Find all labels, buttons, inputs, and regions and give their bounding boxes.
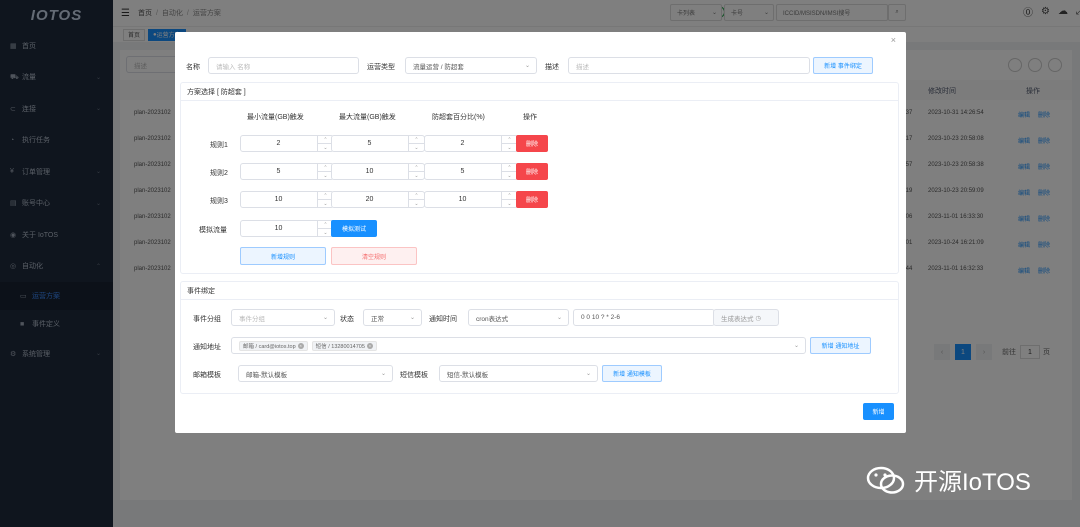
group-label: 事件分组	[193, 316, 221, 323]
rule-value: 20	[365, 196, 374, 203]
status-select[interactable]: 正常 ⌄	[363, 309, 422, 326]
new-event-binding-button[interactable]: 新增 事件绑定	[813, 57, 873, 74]
delete-rule-button[interactable]: 删除	[516, 163, 548, 180]
delete-rule-button[interactable]: 删除	[516, 191, 548, 208]
rule-pct-input[interactable]: 5 ⌃ ⌄	[424, 163, 518, 180]
rule-min-input[interactable]: 5 ⌃ ⌄	[240, 163, 334, 180]
address-chip: 短信 / 13280014705 ×	[311, 340, 377, 351]
clear-rules-button[interactable]: 清空规则	[331, 247, 417, 265]
address-label: 通知地址	[193, 344, 221, 351]
rule-value: 5	[460, 168, 465, 175]
up-icon[interactable]: ⌃	[409, 192, 424, 200]
up-icon[interactable]: ⌃	[502, 136, 517, 144]
mail-template-label: 邮箱模板	[193, 372, 221, 379]
plan-dialog: × 名称 请输入 名称 运营类型 流量运营 / 防超套 ⌄ 描述 描述 新增 事件…	[175, 32, 906, 433]
down-icon[interactable]: ⌄	[409, 144, 424, 151]
col-pct: 防超套百分比(%)	[432, 114, 485, 121]
up-icon[interactable]: ⌃	[502, 164, 517, 172]
wechat-icon	[866, 466, 905, 494]
new-template-button[interactable]: 新增 通知模板	[602, 365, 662, 382]
rule-max-input[interactable]: 20 ⌃ ⌄	[331, 191, 425, 208]
group-select[interactable]: 事件分组 ⌄	[231, 309, 335, 326]
notify-time-label: 通知时间	[429, 316, 457, 323]
rule-value: 5	[367, 140, 372, 147]
event-card: 事件绑定 事件分组 事件分组 ⌄ 状态 正常 ⌄ 通知时间 cron表达式 ⌄ 0 0…	[180, 281, 899, 394]
plan-card-title: 方案选择 [ 防超套 ]	[181, 83, 898, 101]
rule-value: 2	[276, 140, 281, 147]
rule-pct-input[interactable]: 2 ⌃ ⌄	[424, 135, 518, 152]
col-op: 操作	[523, 114, 537, 121]
watermark: 开源IoTOS	[866, 462, 1031, 497]
down-icon[interactable]: ⌄	[502, 200, 517, 207]
type-label: 运营类型	[367, 64, 395, 71]
rule-value: 10	[365, 168, 374, 175]
sms-template-select[interactable]: 短信-默认模板 ⌄	[439, 365, 598, 382]
rule-value: 2	[460, 140, 465, 147]
add-rule-button[interactable]: 新增规则	[240, 247, 326, 265]
watermark-text: 开源IoTOS	[914, 469, 1031, 496]
name-label: 名称	[186, 64, 200, 71]
rule-min-input[interactable]: 10 ⌃ ⌄	[240, 191, 334, 208]
rule-pct-input[interactable]: 10 ⌃ ⌄	[424, 191, 518, 208]
simulate-button[interactable]: 模拟测试	[331, 220, 377, 237]
up-icon[interactable]: ⌃	[409, 164, 424, 172]
chevron-down-icon: ⌄	[524, 63, 530, 69]
event-card-title: 事件绑定	[181, 282, 898, 300]
rule-value: 10	[458, 196, 467, 203]
sim-input[interactable]: 10 ⌃ ⌄	[240, 220, 334, 237]
cron-input[interactable]: 0 0 10 ? * 2-6	[573, 309, 715, 326]
col-min: 最小流量(GB)触发	[247, 114, 304, 121]
address-chip: 邮箱 / card@iotos.top ×	[239, 340, 308, 351]
sim-label: 模拟流量	[199, 227, 227, 234]
delete-rule-button[interactable]: 删除	[516, 135, 548, 152]
rule-value: 5	[276, 168, 281, 175]
rule-label: 规则1	[210, 142, 228, 149]
rule-max-input[interactable]: 10 ⌃ ⌄	[331, 163, 425, 180]
up-icon[interactable]: ⌃	[409, 136, 424, 144]
desc-label: 描述	[545, 64, 559, 71]
col-max: 最大流量(GB)触发	[339, 114, 396, 121]
submit-button[interactable]: 新增	[863, 403, 894, 420]
rule-label: 规则3	[210, 198, 228, 205]
sms-template-label: 短信模板	[400, 372, 428, 379]
new-address-button[interactable]: 新增 通知地址	[810, 337, 871, 354]
up-icon[interactable]: ⌃	[502, 192, 517, 200]
desc-input[interactable]: 描述	[568, 57, 810, 74]
plan-card: 方案选择 [ 防超套 ] 最小流量(GB)触发 最大流量(GB)触发 防超套百分…	[180, 82, 899, 274]
down-icon[interactable]: ⌄	[502, 144, 517, 151]
mail-template-select[interactable]: 邮箱-默认模板 ⌄	[238, 365, 393, 382]
name-input[interactable]: 请输入 名称	[208, 57, 359, 74]
address-select[interactable]: 邮箱 / card@iotos.top × 短信 / 13280014705 × ⌄	[231, 337, 806, 354]
type-select[interactable]: 流量运营 / 防超套 ⌄	[405, 57, 537, 74]
down-icon[interactable]: ⌄	[409, 172, 424, 179]
close-icon[interactable]: ×	[891, 35, 896, 45]
down-icon[interactable]: ⌄	[409, 200, 424, 207]
rule-label: 规则2	[210, 170, 228, 177]
down-icon[interactable]: ⌄	[502, 172, 517, 179]
chip-close-icon[interactable]: ×	[366, 342, 373, 349]
status-label: 状态	[340, 316, 354, 323]
cron-type-select[interactable]: cron表达式 ⌄	[468, 309, 569, 326]
clock-icon: ◷	[755, 314, 761, 322]
rule-max-input[interactable]: 5 ⌃ ⌄	[331, 135, 425, 152]
generate-expression-button[interactable]: 生成表达式 ◷	[713, 309, 779, 326]
chip-close-icon[interactable]: ×	[297, 342, 304, 349]
rule-value: 10	[274, 196, 283, 203]
rule-min-input[interactable]: 2 ⌃ ⌄	[240, 135, 334, 152]
